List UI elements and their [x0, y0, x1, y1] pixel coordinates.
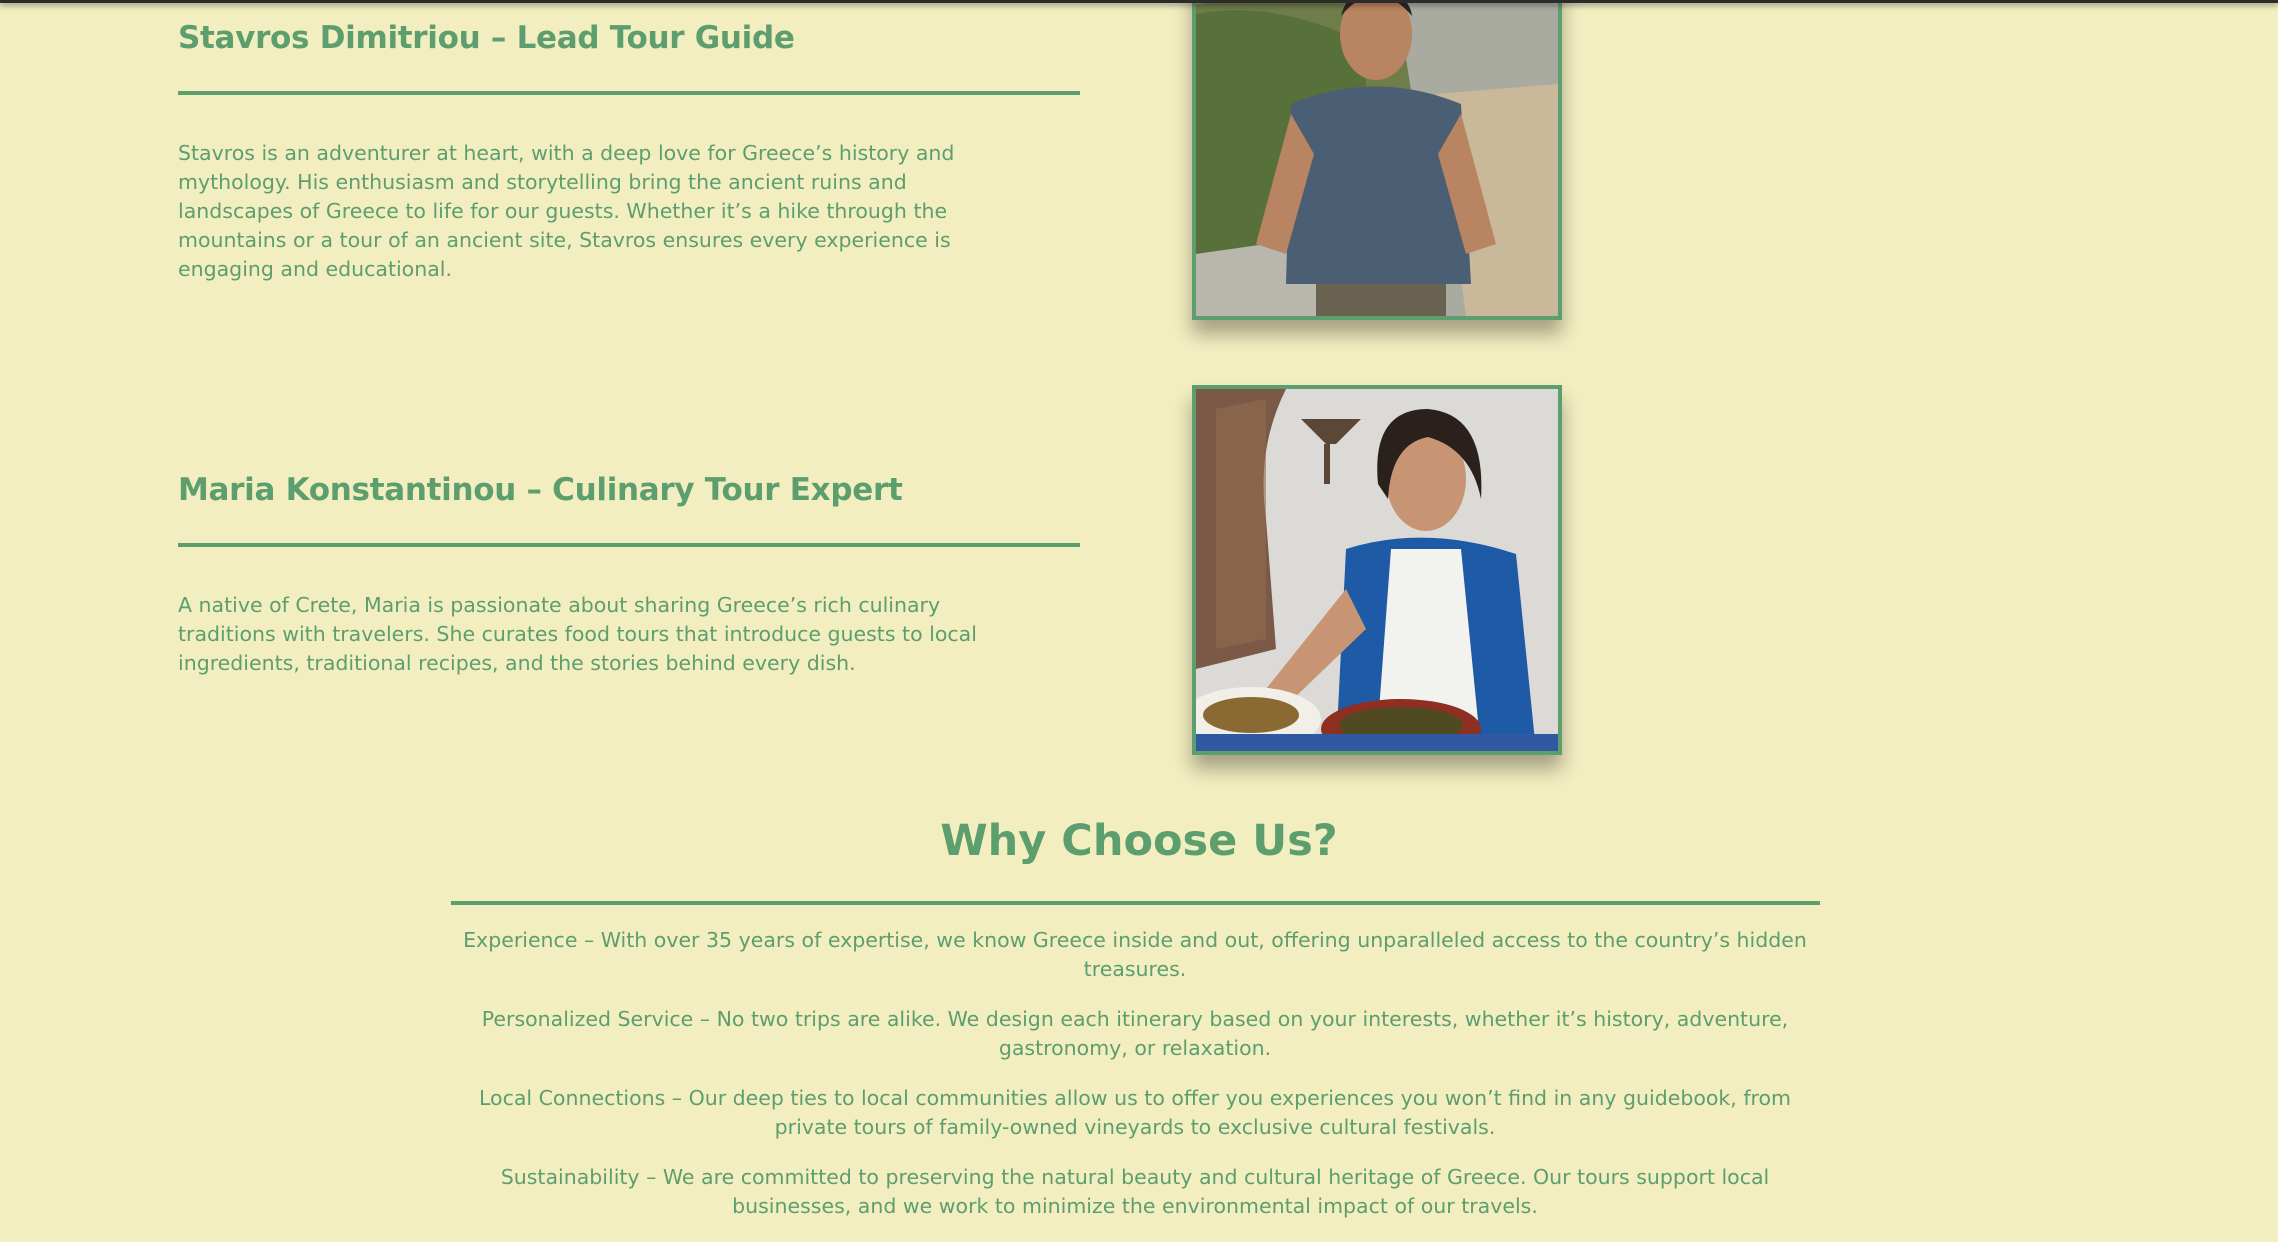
guide-photo-stavros	[1192, 0, 1562, 320]
guide-divider-maria	[178, 543, 1080, 547]
why-item-sustainability: Sustainability – We are committed to pre…	[500, 1165, 1770, 1218]
guide-bio-maria: A native of Crete, Maria is passionate a…	[178, 593, 977, 675]
why-choose-us-list: Experience – With over 35 years of exper…	[460, 926, 1810, 1242]
guide-name-stavros: Stavros Dimitriou – Lead Tour Guide	[178, 20, 795, 56]
maria-portrait-image	[1196, 389, 1558, 751]
guide-divider-stavros	[178, 91, 1080, 95]
why-choose-us-heading: Why Choose Us?	[940, 816, 1338, 866]
guide-bio-stavros: Stavros is an adventurer at heart, with …	[178, 141, 955, 281]
top-edge-shadow	[0, 0, 2278, 3]
why-choose-us-divider	[451, 901, 1820, 905]
guide-name-maria: Maria Konstantinou – Culinary Tour Exper…	[178, 472, 903, 508]
guide-photo-maria	[1192, 385, 1562, 755]
why-item-personalized-service: Personalized Service – No two trips are …	[481, 1007, 1789, 1060]
why-item-local-connections: Local Connections – Our deep ties to loc…	[478, 1086, 1792, 1139]
why-item-experience: Experience – With over 35 years of exper…	[463, 928, 1807, 981]
stavros-portrait-image	[1196, 0, 1558, 316]
